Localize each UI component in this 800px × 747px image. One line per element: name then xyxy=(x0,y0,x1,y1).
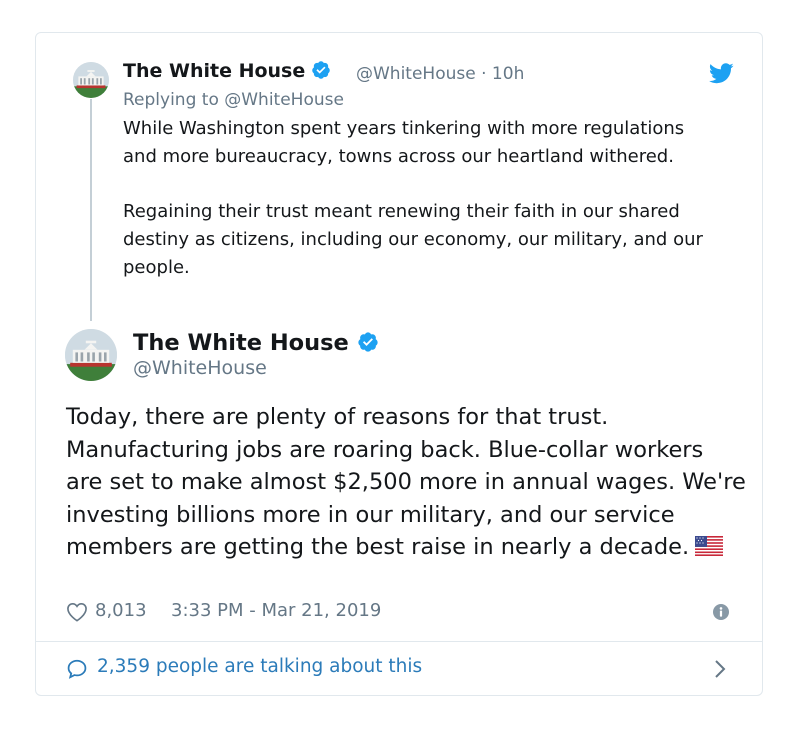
talking-about-text[interactable]: 2,359 people are talking about this xyxy=(97,656,422,677)
reply-author-row[interactable]: The White House xyxy=(123,60,331,82)
replying-to-label[interactable]: Replying to @WhiteHouse xyxy=(123,90,344,110)
white-house-avatar-image xyxy=(65,329,117,381)
heart-icon[interactable] xyxy=(66,602,88,622)
reply-paragraph: While Washington spent years tinkering w… xyxy=(123,118,685,167)
main-author-name[interactable]: The White House xyxy=(133,330,349,356)
twitter-bird-icon[interactable] xyxy=(709,63,734,84)
reply-handle[interactable]: @WhiteHouse xyxy=(356,64,476,84)
chevron-right-icon[interactable] xyxy=(713,659,727,679)
reply-handle-time[interactable]: @WhiteHouse · 10h xyxy=(356,64,524,84)
avatar-white-house-reply[interactable] xyxy=(73,62,109,98)
avatar-white-house-main[interactable] xyxy=(65,329,117,381)
main-handle[interactable]: @WhiteHouse xyxy=(133,357,267,379)
reply-paragraph: Regaining their trust meant renewing the… xyxy=(123,201,703,278)
card-divider xyxy=(36,641,762,642)
reply-time-ago[interactable]: · 10h xyxy=(481,64,524,84)
reply-author-name[interactable]: The White House xyxy=(123,60,305,82)
us-flag-emoji-icon xyxy=(695,536,724,556)
verified-badge-icon xyxy=(312,60,330,79)
main-author-row[interactable]: The White House xyxy=(133,330,379,356)
tweet-timestamp[interactable]: 3:33 PM - Mar 21, 2019 xyxy=(171,600,381,621)
like-count[interactable]: 8,013 xyxy=(95,600,147,621)
main-tweet-text: Today, there are plenty of reasons for t… xyxy=(66,401,746,564)
speech-bubble-icon xyxy=(67,659,87,679)
verified-badge-icon xyxy=(358,331,378,352)
info-icon[interactable] xyxy=(713,604,729,620)
reply-tweet-text: While Washington spent years tinkering w… xyxy=(123,115,723,281)
main-tweet-body: Today, there are plenty of reasons for t… xyxy=(66,404,746,560)
thread-connector-line xyxy=(90,99,92,321)
white-house-avatar-image xyxy=(73,62,109,98)
